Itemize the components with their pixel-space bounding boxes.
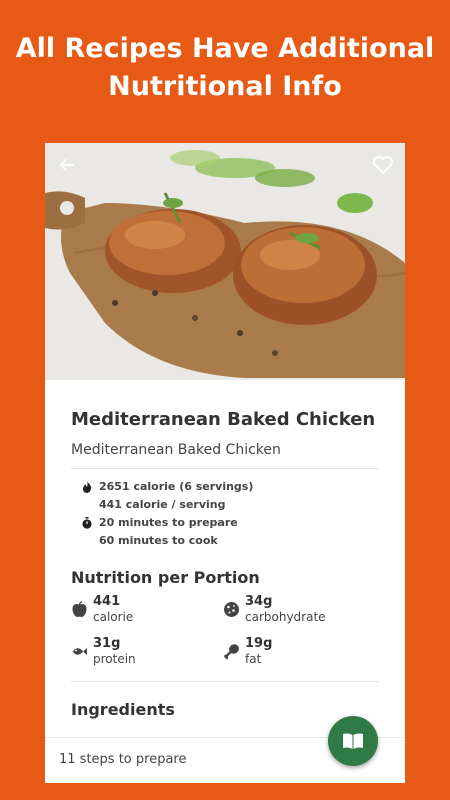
nutrition-item-calorie: 441 calorie — [71, 595, 223, 625]
flame-icon — [83, 481, 92, 493]
apple-icon — [72, 601, 87, 617]
fat-value: 19g — [245, 636, 273, 651]
recipe-card: Mediterranean Baked Chicken Mediterranea… — [45, 143, 405, 783]
open-recipe-book-button[interactable] — [328, 716, 378, 766]
nutrition-item-carbohydrate: 34g carbohydrate — [223, 595, 373, 625]
nutrition-heading: Nutrition per Portion — [71, 568, 260, 587]
recipe-meta: 2651 calorie (6 servings) 441 calorie / … — [71, 478, 379, 550]
fat-label: fat — [245, 652, 262, 666]
prep-time-row: 20 minutes to prepare — [71, 514, 379, 532]
divider — [71, 468, 379, 469]
carbohydrate-value: 34g — [245, 594, 273, 609]
cook-time-row: 60 minutes to cook — [71, 532, 379, 550]
calorie-serving-row: 441 calorie / serving — [71, 496, 379, 514]
protein-label: protein — [93, 652, 136, 666]
recipe-photo — [45, 143, 405, 380]
serving-calories: 441 calorie / serving — [99, 498, 226, 511]
calorie-total-row: 2651 calorie (6 servings) — [71, 478, 379, 496]
carbohydrate-label: carbohydrate — [245, 610, 326, 624]
nutrition-item-fat: 19g fat — [223, 637, 373, 667]
steps-count: 11 steps to prepare — [59, 752, 187, 767]
calorie-label: calorie — [93, 610, 134, 624]
promo-line-1: All Recipes Have Additional — [15, 33, 435, 64]
stopwatch-icon — [82, 517, 92, 529]
recipe-details: Mediterranean Baked Chicken Mediterranea… — [45, 409, 405, 719]
open-book-icon — [343, 733, 363, 749]
total-calories: 2651 calorie (6 servings) — [99, 480, 254, 493]
back-arrow-icon[interactable] — [57, 155, 77, 175]
nutrition-item-protein: 31g protein — [71, 637, 223, 667]
chicken-photo-image — [45, 143, 405, 380]
protein-value: 31g — [93, 636, 121, 651]
recipe-title: Mediterranean Baked Chicken — [71, 409, 376, 430]
fish-icon — [73, 648, 87, 655]
heart-icon[interactable] — [371, 153, 395, 177]
cook-time: 60 minutes to cook — [99, 534, 218, 547]
divider — [71, 681, 379, 682]
nutrition-grid: 441 calorie 34g carbohydrate 31g protein… — [71, 595, 379, 667]
promo-headline: All Recipes Have Additional Nutritional … — [0, 30, 450, 106]
drumstick-icon — [224, 644, 239, 660]
promo-line-2: Nutritional Info — [108, 71, 342, 102]
cookie-icon — [224, 602, 239, 617]
calorie-value: 441 — [93, 594, 121, 609]
recipe-subtitle: Mediterranean Baked Chicken — [71, 442, 281, 458]
ingredients-heading: Ingredients — [71, 700, 175, 719]
prep-time: 20 minutes to prepare — [99, 516, 238, 529]
